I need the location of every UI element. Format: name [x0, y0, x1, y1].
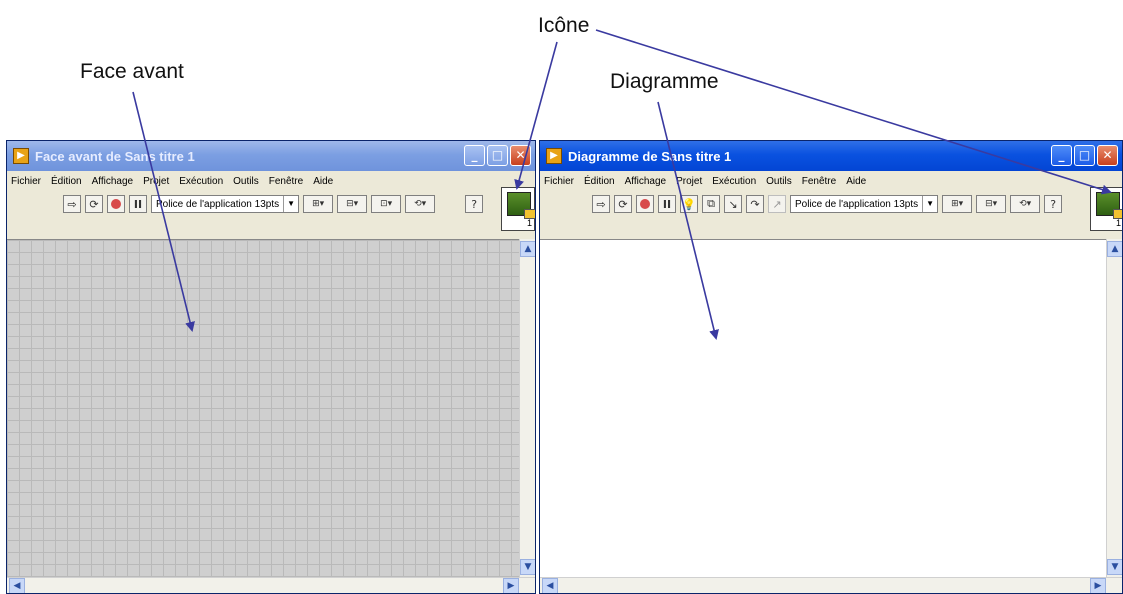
- block-diagram-title: Diagramme de Sans titre 1: [568, 148, 732, 164]
- menu-edition[interactable]: Édition: [51, 176, 82, 187]
- vertical-scrollbar[interactable]: ▲ ▼: [519, 239, 535, 577]
- horizontal-scrollbar[interactable]: ◀ ▶: [7, 577, 535, 593]
- vertical-scrollbar[interactable]: ▲ ▼: [1106, 239, 1122, 577]
- front-panel-titlebar[interactable]: ▶ Face avant de Sans titre 1 _ □ ✕: [7, 141, 535, 171]
- menu-outils[interactable]: Outils: [233, 176, 259, 187]
- resize-objects-icon[interactable]: ⊡▾: [371, 195, 402, 213]
- front-panel-title: Face avant de Sans titre 1: [35, 148, 195, 164]
- pause-icon[interactable]: II: [658, 195, 676, 213]
- menu-fichier[interactable]: Fichier: [544, 176, 574, 187]
- menu-projet[interactable]: Projet: [676, 176, 702, 187]
- vi-icon-number: 1: [526, 218, 532, 228]
- run-continuous-icon[interactable]: ⟳: [85, 195, 103, 213]
- align-objects-icon[interactable]: ⊞▾: [303, 195, 334, 213]
- vi-icon-pane[interactable]: 1: [501, 187, 535, 231]
- highlight-execution-icon[interactable]: 💡: [680, 195, 698, 213]
- font-select-label: Police de l'application 13pts: [795, 198, 919, 210]
- close-button[interactable]: ✕: [510, 145, 531, 166]
- annotation-icone: Icône: [538, 14, 590, 37]
- block-diagram-canvas[interactable]: [540, 239, 1106, 577]
- vi-icon: [1096, 192, 1122, 219]
- menu-fenetre[interactable]: Fenêtre: [802, 176, 836, 187]
- menu-aide[interactable]: Aide: [846, 176, 866, 187]
- front-panel-canvas[interactable]: [7, 239, 519, 577]
- menu-fenetre[interactable]: Fenêtre: [269, 176, 303, 187]
- vi-icon-pane[interactable]: 1: [1090, 187, 1122, 231]
- front-panel-menubar: Fichier Édition Affichage Projet Exécuti…: [7, 171, 485, 191]
- vi-icon-number: 1: [1115, 218, 1121, 228]
- distribute-objects-icon[interactable]: ⊟▾: [976, 195, 1007, 213]
- maximize-button[interactable]: □: [487, 145, 508, 166]
- chevron-down-icon: ▼: [922, 196, 937, 212]
- minimize-button[interactable]: _: [1051, 145, 1072, 166]
- scroll-right-icon[interactable]: ▶: [503, 578, 519, 593]
- retain-wire-values-icon[interactable]: ⧉: [702, 195, 720, 213]
- front-panel-window[interactable]: ▶ Face avant de Sans titre 1 _ □ ✕ Fichi…: [6, 140, 536, 594]
- step-out-icon[interactable]: ↗: [768, 195, 786, 213]
- horizontal-scrollbar[interactable]: ◀ ▶: [540, 577, 1122, 593]
- labview-app-icon: ▶: [13, 148, 29, 164]
- close-button[interactable]: ✕: [1097, 145, 1118, 166]
- block-diagram-window[interactable]: ▶ Diagramme de Sans titre 1 _ □ ✕ Fichie…: [539, 140, 1123, 594]
- font-select-label: Police de l'application 13pts: [156, 198, 280, 210]
- scroll-down-icon[interactable]: ▼: [520, 559, 535, 575]
- run-continuous-icon[interactable]: ⟳: [614, 195, 632, 213]
- front-panel-toolbar: ⇨ ⟳ II Police de l'application 13pts ▼ ⊞…: [63, 193, 484, 215]
- menu-outils[interactable]: Outils: [766, 176, 792, 187]
- abort-icon[interactable]: [107, 195, 125, 213]
- chevron-down-icon: ▼: [283, 196, 298, 212]
- scroll-left-icon[interactable]: ◀: [9, 578, 25, 593]
- context-help-icon[interactable]: ?: [1044, 195, 1063, 213]
- align-objects-icon[interactable]: ⊞▾: [942, 195, 973, 213]
- menu-aide[interactable]: Aide: [313, 176, 333, 187]
- run-arrow-icon[interactable]: ⇨: [592, 195, 610, 213]
- scroll-right-icon[interactable]: ▶: [1090, 578, 1106, 593]
- minimize-button[interactable]: _: [464, 145, 485, 166]
- font-select[interactable]: Police de l'application 13pts ▼: [790, 195, 939, 213]
- vi-icon: [507, 192, 535, 219]
- abort-icon[interactable]: [636, 195, 654, 213]
- menu-execution[interactable]: Exécution: [712, 176, 756, 187]
- menu-execution[interactable]: Exécution: [179, 176, 223, 187]
- menu-affichage[interactable]: Affichage: [625, 176, 667, 187]
- run-arrow-icon[interactable]: ⇨: [63, 195, 81, 213]
- context-help-icon[interactable]: ?: [465, 195, 484, 213]
- scroll-up-icon[interactable]: ▲: [520, 241, 535, 257]
- scroll-left-icon[interactable]: ◀: [542, 578, 558, 593]
- font-select[interactable]: Police de l'application 13pts ▼: [151, 195, 300, 213]
- maximize-button[interactable]: □: [1074, 145, 1095, 166]
- reorder-icon[interactable]: ⟲▾: [1010, 195, 1041, 213]
- menu-fichier[interactable]: Fichier: [11, 176, 41, 187]
- block-diagram-titlebar[interactable]: ▶ Diagramme de Sans titre 1 _ □ ✕: [540, 141, 1122, 171]
- menu-projet[interactable]: Projet: [143, 176, 169, 187]
- menu-affichage[interactable]: Affichage: [92, 176, 134, 187]
- step-over-icon[interactable]: ↷: [746, 195, 764, 213]
- annotation-face-avant: Face avant: [80, 60, 184, 83]
- annotation-diagramme: Diagramme: [610, 70, 719, 93]
- block-diagram-menubar: Fichier Édition Affichage Projet Exécuti…: [540, 171, 1072, 191]
- scroll-up-icon[interactable]: ▲: [1107, 241, 1122, 257]
- pause-icon[interactable]: II: [129, 195, 147, 213]
- labview-app-icon: ▶: [546, 148, 562, 164]
- step-into-icon[interactable]: ↘: [724, 195, 742, 213]
- distribute-objects-icon[interactable]: ⊟▾: [337, 195, 368, 213]
- menu-edition[interactable]: Édition: [584, 176, 615, 187]
- block-diagram-toolbar: ⇨ ⟳ II 💡 ⧉ ↘ ↷ ↗ Police de l'application…: [592, 193, 1063, 215]
- scroll-down-icon[interactable]: ▼: [1107, 559, 1122, 575]
- reorder-icon[interactable]: ⟲▾: [405, 195, 436, 213]
